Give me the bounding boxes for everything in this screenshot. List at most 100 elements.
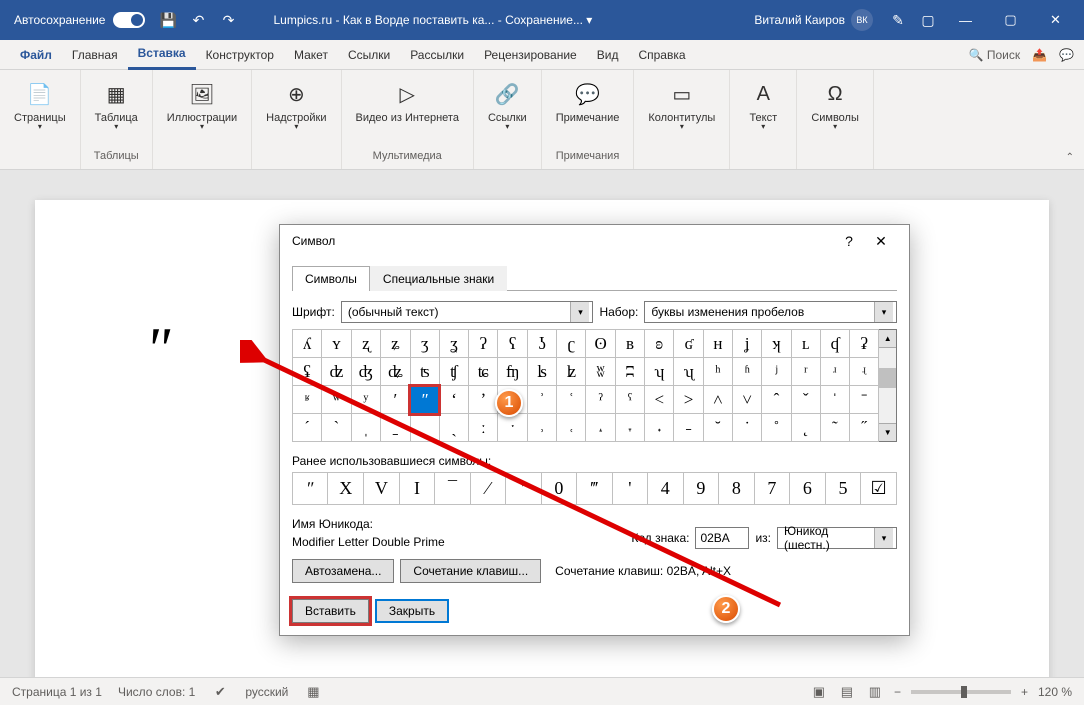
symbol-cell[interactable]: ˔ [586, 414, 615, 442]
symbol-cell[interactable]: ː [469, 414, 498, 442]
symbol-cell[interactable]: ˛ [791, 414, 820, 442]
symbol-cell[interactable]: ʟ [791, 330, 820, 358]
zoom-in-button[interactable]: + [1021, 685, 1028, 699]
print-layout-icon[interactable]: ▤ [838, 683, 856, 701]
table-button[interactable]: ▦Таблица▾ [89, 74, 144, 135]
comment-button[interactable]: 💬Примечание [550, 74, 626, 128]
recent-symbol-cell[interactable]: ¯ [435, 473, 471, 505]
text-button[interactable]: AТекст▾ [738, 74, 788, 135]
tab-layout[interactable]: Макет [284, 40, 338, 70]
undo-icon[interactable]: ↶ [186, 8, 210, 32]
pages-button[interactable]: 📄Страницы▾ [8, 74, 72, 135]
online-video-button[interactable]: ▷Видео из Интернета [350, 74, 465, 128]
symbol-cell[interactable]: ˘ [703, 414, 732, 442]
tab-mailings[interactable]: Рассылки [400, 40, 474, 70]
symbol-cell[interactable]: ʮ [645, 358, 674, 386]
symbol-cell[interactable]: ˀ [586, 386, 615, 414]
symbol-cell[interactable]: ʤ [351, 358, 380, 386]
symbol-cell[interactable]: ˗ [674, 414, 703, 442]
recent-symbol-cell[interactable]: ' [612, 473, 647, 505]
symbol-cell[interactable]: ˏ [439, 414, 468, 442]
symbol-cell[interactable]: ʷ [322, 386, 351, 414]
tab-view[interactable]: Вид [587, 40, 629, 70]
maximize-button[interactable]: ▢ [988, 0, 1033, 40]
grid-scrollbar[interactable]: ▲ ▼ [879, 329, 897, 442]
recent-symbol-cell[interactable]: V [364, 473, 400, 505]
symbol-cell[interactable]: ʧ [439, 358, 468, 386]
symbol-cell[interactable]: ˅ [733, 386, 762, 414]
help-button[interactable]: ? [833, 225, 865, 257]
recent-symbol-cell[interactable]: X [328, 473, 364, 505]
from-select[interactable]: Юникод (шестн.) [777, 527, 897, 549]
symbol-cell[interactable]: ʝ [733, 330, 762, 358]
zoom-value[interactable]: 120 % [1038, 685, 1072, 699]
tab-review[interactable]: Рецензирование [474, 40, 587, 70]
symbol-cell[interactable]: ʬ [586, 358, 615, 386]
symbol-cell[interactable]: ʸ [351, 386, 380, 414]
tab-home[interactable]: Главная [62, 40, 128, 70]
subset-select[interactable]: буквы изменения пробелов [644, 301, 897, 323]
recent-symbol-cell[interactable]: ☑ [861, 473, 897, 505]
redo-icon[interactable]: ↷ [216, 8, 240, 32]
symbol-cell[interactable]: ʳ [791, 358, 820, 386]
symbol-cell[interactable]: ʰ [703, 358, 732, 386]
symbol-cell[interactable]: ʹ [381, 386, 410, 414]
symbol-cell[interactable]: ʕ [498, 330, 527, 358]
recent-symbol-cell[interactable]: ‴ [577, 473, 613, 505]
recent-symbol-cell[interactable]: ʺ [293, 473, 328, 505]
recent-symbol-cell[interactable]: ′ [506, 473, 541, 505]
symbol-cell[interactable]: ʗ [557, 330, 586, 358]
links-button[interactable]: 🔗Ссылки▾ [482, 74, 533, 135]
autocorrect-button[interactable]: Автозамена... [292, 559, 394, 583]
symbol-cell[interactable]: ˉ [850, 386, 879, 414]
symbol-cell[interactable]: ˂ [645, 386, 674, 414]
symbol-cell[interactable]: ʢ [293, 358, 322, 386]
symbol-cell[interactable]: ˊ [293, 414, 322, 442]
ribbon-options-icon[interactable]: ▢ [916, 8, 940, 32]
tab-references[interactable]: Ссылки [338, 40, 400, 70]
web-layout-icon[interactable]: ▥ [866, 683, 884, 701]
symbol-cell[interactable]: ʠ [820, 330, 849, 358]
tab-symbols[interactable]: Символы [292, 266, 370, 291]
recent-symbol-cell[interactable]: 7 [754, 473, 790, 505]
symbol-cell[interactable]: ʭ [615, 358, 644, 386]
symbol-cell[interactable]: ʥ [381, 358, 410, 386]
scroll-up-icon[interactable]: ▲ [879, 330, 896, 348]
symbol-cell[interactable]: ʛ [674, 330, 703, 358]
symbol-cell[interactable]: ˎ [410, 414, 439, 442]
tab-special-chars[interactable]: Специальные знаки [370, 266, 507, 291]
page-indicator[interactable]: Страница 1 из 1 [12, 685, 102, 699]
minimize-button[interactable]: — [943, 0, 988, 40]
symbol-cell[interactable]: ʶ [293, 386, 322, 414]
pen-mode-icon[interactable]: ✎ [886, 8, 910, 32]
insert-button[interactable]: Вставить [292, 599, 369, 623]
symbol-cell[interactable]: ˑ [498, 414, 527, 442]
spellcheck-icon[interactable]: ✔ [211, 683, 229, 701]
scroll-thumb[interactable] [879, 368, 896, 388]
autosave-toggle[interactable]: Автосохранение [6, 12, 153, 28]
symbol-cell[interactable]: ʫ [557, 358, 586, 386]
symbol-cell[interactable]: ʚ [645, 330, 674, 358]
symbol-cell[interactable]: ʘ [586, 330, 615, 358]
zoom-out-button[interactable]: − [894, 685, 901, 699]
symbol-cell[interactable]: ˓ [557, 414, 586, 442]
symbol-cell[interactable]: ˜ [820, 414, 849, 442]
tab-insert[interactable]: Вставка [128, 40, 196, 70]
close-button[interactable]: ✕ [1033, 0, 1078, 40]
symbol-cell[interactable]: ˆ [762, 386, 791, 414]
recent-symbol-cell[interactable]: I [399, 473, 434, 505]
language-indicator[interactable]: русский [245, 685, 288, 699]
cancel-button[interactable]: Закрыть [375, 599, 449, 623]
symbol-cell[interactable]: ʾ [527, 386, 556, 414]
dialog-titlebar[interactable]: Символ ? ✕ [280, 225, 909, 257]
scroll-down-icon[interactable]: ▼ [879, 423, 896, 441]
dialog-close-button[interactable]: ✕ [865, 225, 897, 257]
symbol-cell[interactable]: ʱ [733, 358, 762, 386]
symbol-cell[interactable]: ʖ [527, 330, 556, 358]
symbol-cell[interactable]: ˍ [381, 414, 410, 442]
symbol-cell[interactable]: ˃ [674, 386, 703, 414]
symbol-cell[interactable]: ʦ [410, 358, 439, 386]
collapse-ribbon-icon[interactable]: ⌃ [1066, 152, 1074, 163]
symbol-cell[interactable]: ʎ [293, 330, 322, 358]
symbols-button[interactable]: ΩСимволы▾ [805, 74, 865, 135]
